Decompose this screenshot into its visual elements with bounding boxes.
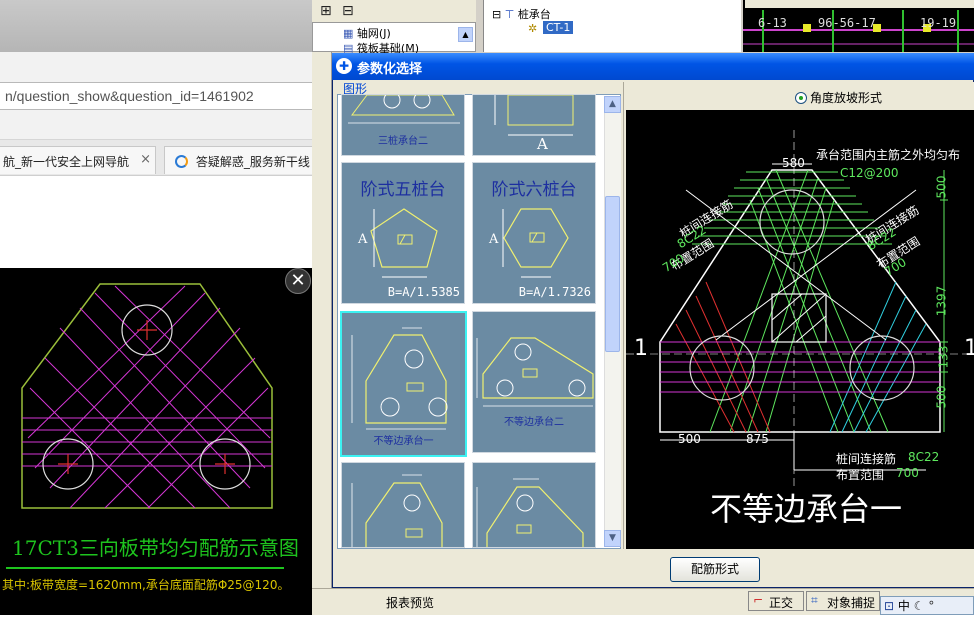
ortho-label: 正交 xyxy=(769,596,794,610)
tile-title: 阶式五桩台 xyxy=(360,180,446,200)
preview-big-title: 不等边承台一 xyxy=(710,490,903,528)
browser-titlebar xyxy=(0,0,312,52)
pile-cap-tree: ⊟ ⊤ 桩承台 ✲ xyxy=(483,0,741,52)
bottom-label-1: 桩间连接筋 xyxy=(836,452,897,466)
collapse-icon[interactable]: ⊟ xyxy=(492,8,501,21)
snap-label: 对象捕捉 xyxy=(827,596,876,610)
tree-item-axis-net[interactable]: ▦ 轴网(J) xyxy=(343,25,391,41)
dialog-footer xyxy=(333,549,974,587)
grid-icon: ▦ xyxy=(343,27,354,40)
scroll-thumb[interactable] xyxy=(605,196,620,352)
bottom-label-2: 布置范围 xyxy=(836,468,885,482)
axis-label: 96-56-17 xyxy=(818,16,876,30)
shape-tile-step-five-pile[interactable]: 阶式五桩台 A B=A/1.5385 xyxy=(341,162,465,304)
shape-tile-unequal-cap-2[interactable]: 不等边承台二 xyxy=(472,311,596,453)
tree-item-pile-cap[interactable]: ⊟ ⊤ 桩承台 xyxy=(492,6,551,22)
report-preview-tab[interactable]: 报表预览 xyxy=(340,592,480,612)
shape-tile-step-six-pile[interactable]: 阶式六桩台 A B=A/1.7326 xyxy=(472,162,596,304)
tree-toolbar: ⊞ ⊟ xyxy=(312,0,476,22)
rebar-preview-canvas: 承台范围内主筋之外均匀布 C12@200 580 桩间连接筋 8C22 布置范围… xyxy=(626,110,974,549)
dialog-title: 参数化选择 xyxy=(357,62,423,77)
tree-item-label: 桩承台 xyxy=(517,8,551,21)
shape-preview xyxy=(476,478,584,547)
top-note: 承台范围内主筋之外均匀布 xyxy=(816,148,961,162)
shape-preview xyxy=(476,337,594,407)
component-tree: ▦ 轴网(J) ▤ 筏板基础(M) ▲ xyxy=(312,22,476,55)
three-way-strip-diagram xyxy=(21,283,273,509)
snap-icon: ⌗ xyxy=(811,593,818,607)
object-snap-toggle[interactable]: ⌗ 对象捕捉 xyxy=(806,591,880,611)
shape-tile-unequal-cap-1[interactable]: 不等边承台一 xyxy=(340,311,467,457)
scroll-up-arrow-icon[interactable]: ▲ xyxy=(604,96,621,113)
ortho-toggle[interactable]: ⌐ 正交 xyxy=(748,591,804,611)
svg-text:A: A xyxy=(357,232,368,247)
ime-mode: 中 xyxy=(897,599,910,613)
expand-all-icon[interactable]: ⊞ xyxy=(320,3,332,19)
pile-cap-icon: ⊤ xyxy=(504,8,515,21)
tile-caption: 不等边承台二 xyxy=(504,417,564,428)
axis-label: 6-13 xyxy=(758,16,787,30)
dim-bottom-500: 500 xyxy=(678,432,701,446)
site-favicon-icon xyxy=(175,155,188,168)
bottom-range: 700 xyxy=(896,466,919,480)
axis-label: 19-19 xyxy=(920,16,957,30)
shape-preview xyxy=(351,474,443,547)
shape-tile-three-pile-2[interactable]: 三桩承台二 xyxy=(341,94,465,156)
section-mark-left: 1 xyxy=(634,336,648,361)
tile-caption: 三桩承台二 xyxy=(378,136,428,147)
ime-logo-icon: ⊡ xyxy=(884,599,895,613)
svg-text:A: A xyxy=(488,232,499,247)
tile-formula: B=A/1.7326 xyxy=(518,285,591,299)
cad-diagram-image xyxy=(0,268,312,615)
bottom-rebar: 8C22 xyxy=(908,450,940,464)
tab-qa-service[interactable]: 答疑解惑_服务新干线 xyxy=(164,146,314,174)
diagram-caption: 17CT3三向板带均匀配筋示意图 xyxy=(12,536,299,560)
diagram-note: 其中:板带宽度=1620mm,承台底面配筋Φ25@120。 xyxy=(2,578,290,592)
section-mark-right: 1 xyxy=(964,336,974,361)
address-bar[interactable]: n/question_show&question_id=1461902 xyxy=(0,82,314,110)
collapse-all-icon[interactable]: ⊟ xyxy=(342,3,354,19)
dimension-label: A xyxy=(537,135,548,153)
shape-tile-unequal-cap-4[interactable] xyxy=(472,462,596,548)
tile-caption: 不等边承台一 xyxy=(373,436,434,447)
close-overlay-button[interactable]: ✕ xyxy=(285,268,311,294)
ortho-icon: ⌐ xyxy=(753,593,764,607)
top-rebar: C12@200 xyxy=(840,166,899,180)
radio-label: 角度放坡形式 xyxy=(810,91,883,105)
tab-navigation[interactable]: 航_新一代安全上网导航 × xyxy=(0,146,156,174)
rebar-form-button[interactable]: 配筋形式 xyxy=(670,557,760,582)
shape-tile-unequal-cap-3[interactable] xyxy=(341,462,465,548)
dim-580: 580 xyxy=(782,156,805,170)
scroll-down-arrow-icon[interactable]: ▼ xyxy=(604,530,621,547)
tab-label: 航_新一代安全上网导航 xyxy=(3,155,130,169)
dialog-titlebar[interactable] xyxy=(332,53,974,80)
tab-label: 答疑解惑_服务新干线 xyxy=(195,155,310,169)
dim-500-top: 500 xyxy=(934,175,949,199)
close-icon[interactable]: × xyxy=(140,152,151,167)
moon-icon: ☾ xyxy=(913,599,925,613)
punctuation-icon: ° xyxy=(928,599,935,613)
gear-icon: ✲ xyxy=(528,22,538,35)
tile-formula: B=A/1.5385 xyxy=(387,285,460,299)
shape-tile-rect[interactable]: A xyxy=(472,94,596,156)
draw-toolbar xyxy=(745,0,974,8)
tree-panel-edge xyxy=(312,52,332,588)
caption-underline xyxy=(6,567,284,569)
dim-1397: 1397 xyxy=(934,285,949,317)
dim-500-bottom: 500 xyxy=(934,385,949,409)
tree-scroll-up[interactable]: ▲ xyxy=(458,27,473,42)
radio-selected-icon[interactable] xyxy=(795,92,807,104)
dialog-app-icon: ✚ xyxy=(336,58,352,74)
dim-133: 133 xyxy=(936,345,951,369)
tree-item-label: 轴网(J) xyxy=(356,27,391,40)
shape-preview xyxy=(494,95,574,136)
tile-title: 阶式六桩台 xyxy=(491,180,577,200)
dim-bottom-875: 875 xyxy=(746,432,769,446)
tree-item-ct1[interactable]: CT-1 xyxy=(543,21,574,34)
ime-toolbar[interactable]: ⊡ 中 ☾ ° xyxy=(880,596,974,615)
slope-mode-radio[interactable]: 角度放坡形式 xyxy=(795,89,882,106)
